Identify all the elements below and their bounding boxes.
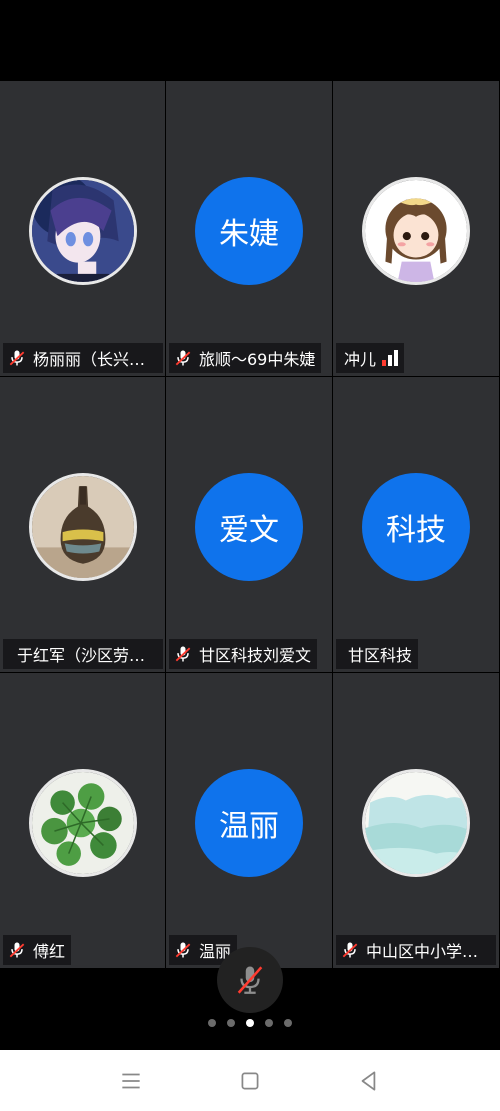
page-dot[interactable] (265, 1019, 273, 1027)
vase-avatar (28, 473, 137, 581)
participant-grid: 杨丽丽（长兴岛… 朱婕 旅顺～69中朱婕 冲儿 于红军（沙区劳技… 爱文 甘区科… (0, 81, 500, 969)
participant-name: 于红军（沙区劳技… (17, 646, 157, 665)
participant-tile[interactable]: 冲儿 (333, 81, 499, 376)
mic-muted-icon (342, 942, 358, 958)
back-icon[interactable] (356, 1068, 382, 1094)
participant-name: 旅顺～69中朱婕 (199, 350, 316, 369)
page-dot[interactable] (227, 1019, 235, 1027)
participant-name: 甘区科技 (348, 646, 413, 665)
system-nav-bar (0, 1050, 500, 1111)
participant-tile[interactable]: 于红军（沙区劳技… (0, 377, 165, 672)
mic-muted-icon (175, 942, 191, 958)
mic-muted-icon (237, 966, 263, 994)
plant-avatar (28, 769, 137, 877)
participant-tile[interactable]: 傅红 (0, 673, 165, 968)
participant-name: 杨丽丽（长兴岛… (33, 350, 157, 369)
page-indicator (0, 1019, 500, 1027)
participant-name: 中山区中小学实… (366, 942, 490, 961)
participant-name-bar: 于红军（沙区劳技… (3, 639, 163, 669)
mic-muted-icon (175, 646, 191, 662)
text-avatar: 爱文 (195, 473, 303, 581)
self-mute-button[interactable] (217, 947, 283, 1013)
text-avatar: 温丽 (195, 769, 303, 877)
mic-muted-icon (175, 350, 191, 366)
participant-name-bar: 甘区科技刘爱文 (169, 639, 318, 669)
participant-tile[interactable]: 朱婕 旅顺～69中朱婕 (166, 81, 332, 376)
home-icon[interactable] (237, 1068, 263, 1094)
page-dot-active[interactable] (246, 1019, 254, 1027)
mic-muted-icon (9, 350, 25, 366)
cartoon-girl-avatar (362, 177, 470, 285)
participant-name: 甘区科技刘爱文 (199, 646, 312, 665)
text-avatar: 朱婕 (195, 177, 303, 285)
page-dot[interactable] (284, 1019, 292, 1027)
page-dot[interactable] (208, 1019, 216, 1027)
participant-tile[interactable]: 爱文 甘区科技刘爱文 (166, 377, 332, 672)
participant-tile[interactable]: 科技 甘区科技 (333, 377, 499, 672)
watercolor-avatar (362, 769, 470, 877)
mic-muted-icon (9, 942, 25, 958)
anime-girl-avatar (28, 177, 137, 285)
signal-strength-icon (382, 350, 399, 366)
participant-name: 冲儿 (344, 350, 377, 369)
participant-name-bar: 冲儿 (336, 343, 405, 373)
participant-tile[interactable]: 杨丽丽（长兴岛… (0, 81, 165, 376)
participant-name-bar: 傅红 (3, 935, 72, 965)
menu-icon[interactable] (118, 1068, 144, 1094)
participant-name-bar: 杨丽丽（长兴岛… (3, 343, 163, 373)
participant-name-bar: 甘区科技 (336, 639, 419, 669)
participant-name: 傅红 (33, 942, 66, 961)
participant-name-bar: 中山区中小学实… (336, 935, 496, 965)
participant-name-bar: 旅顺～69中朱婕 (169, 343, 322, 373)
participant-tile[interactable]: 中山区中小学实… (333, 673, 499, 968)
participant-tile[interactable]: 温丽 温丽 (166, 673, 332, 968)
text-avatar: 科技 (362, 473, 470, 581)
